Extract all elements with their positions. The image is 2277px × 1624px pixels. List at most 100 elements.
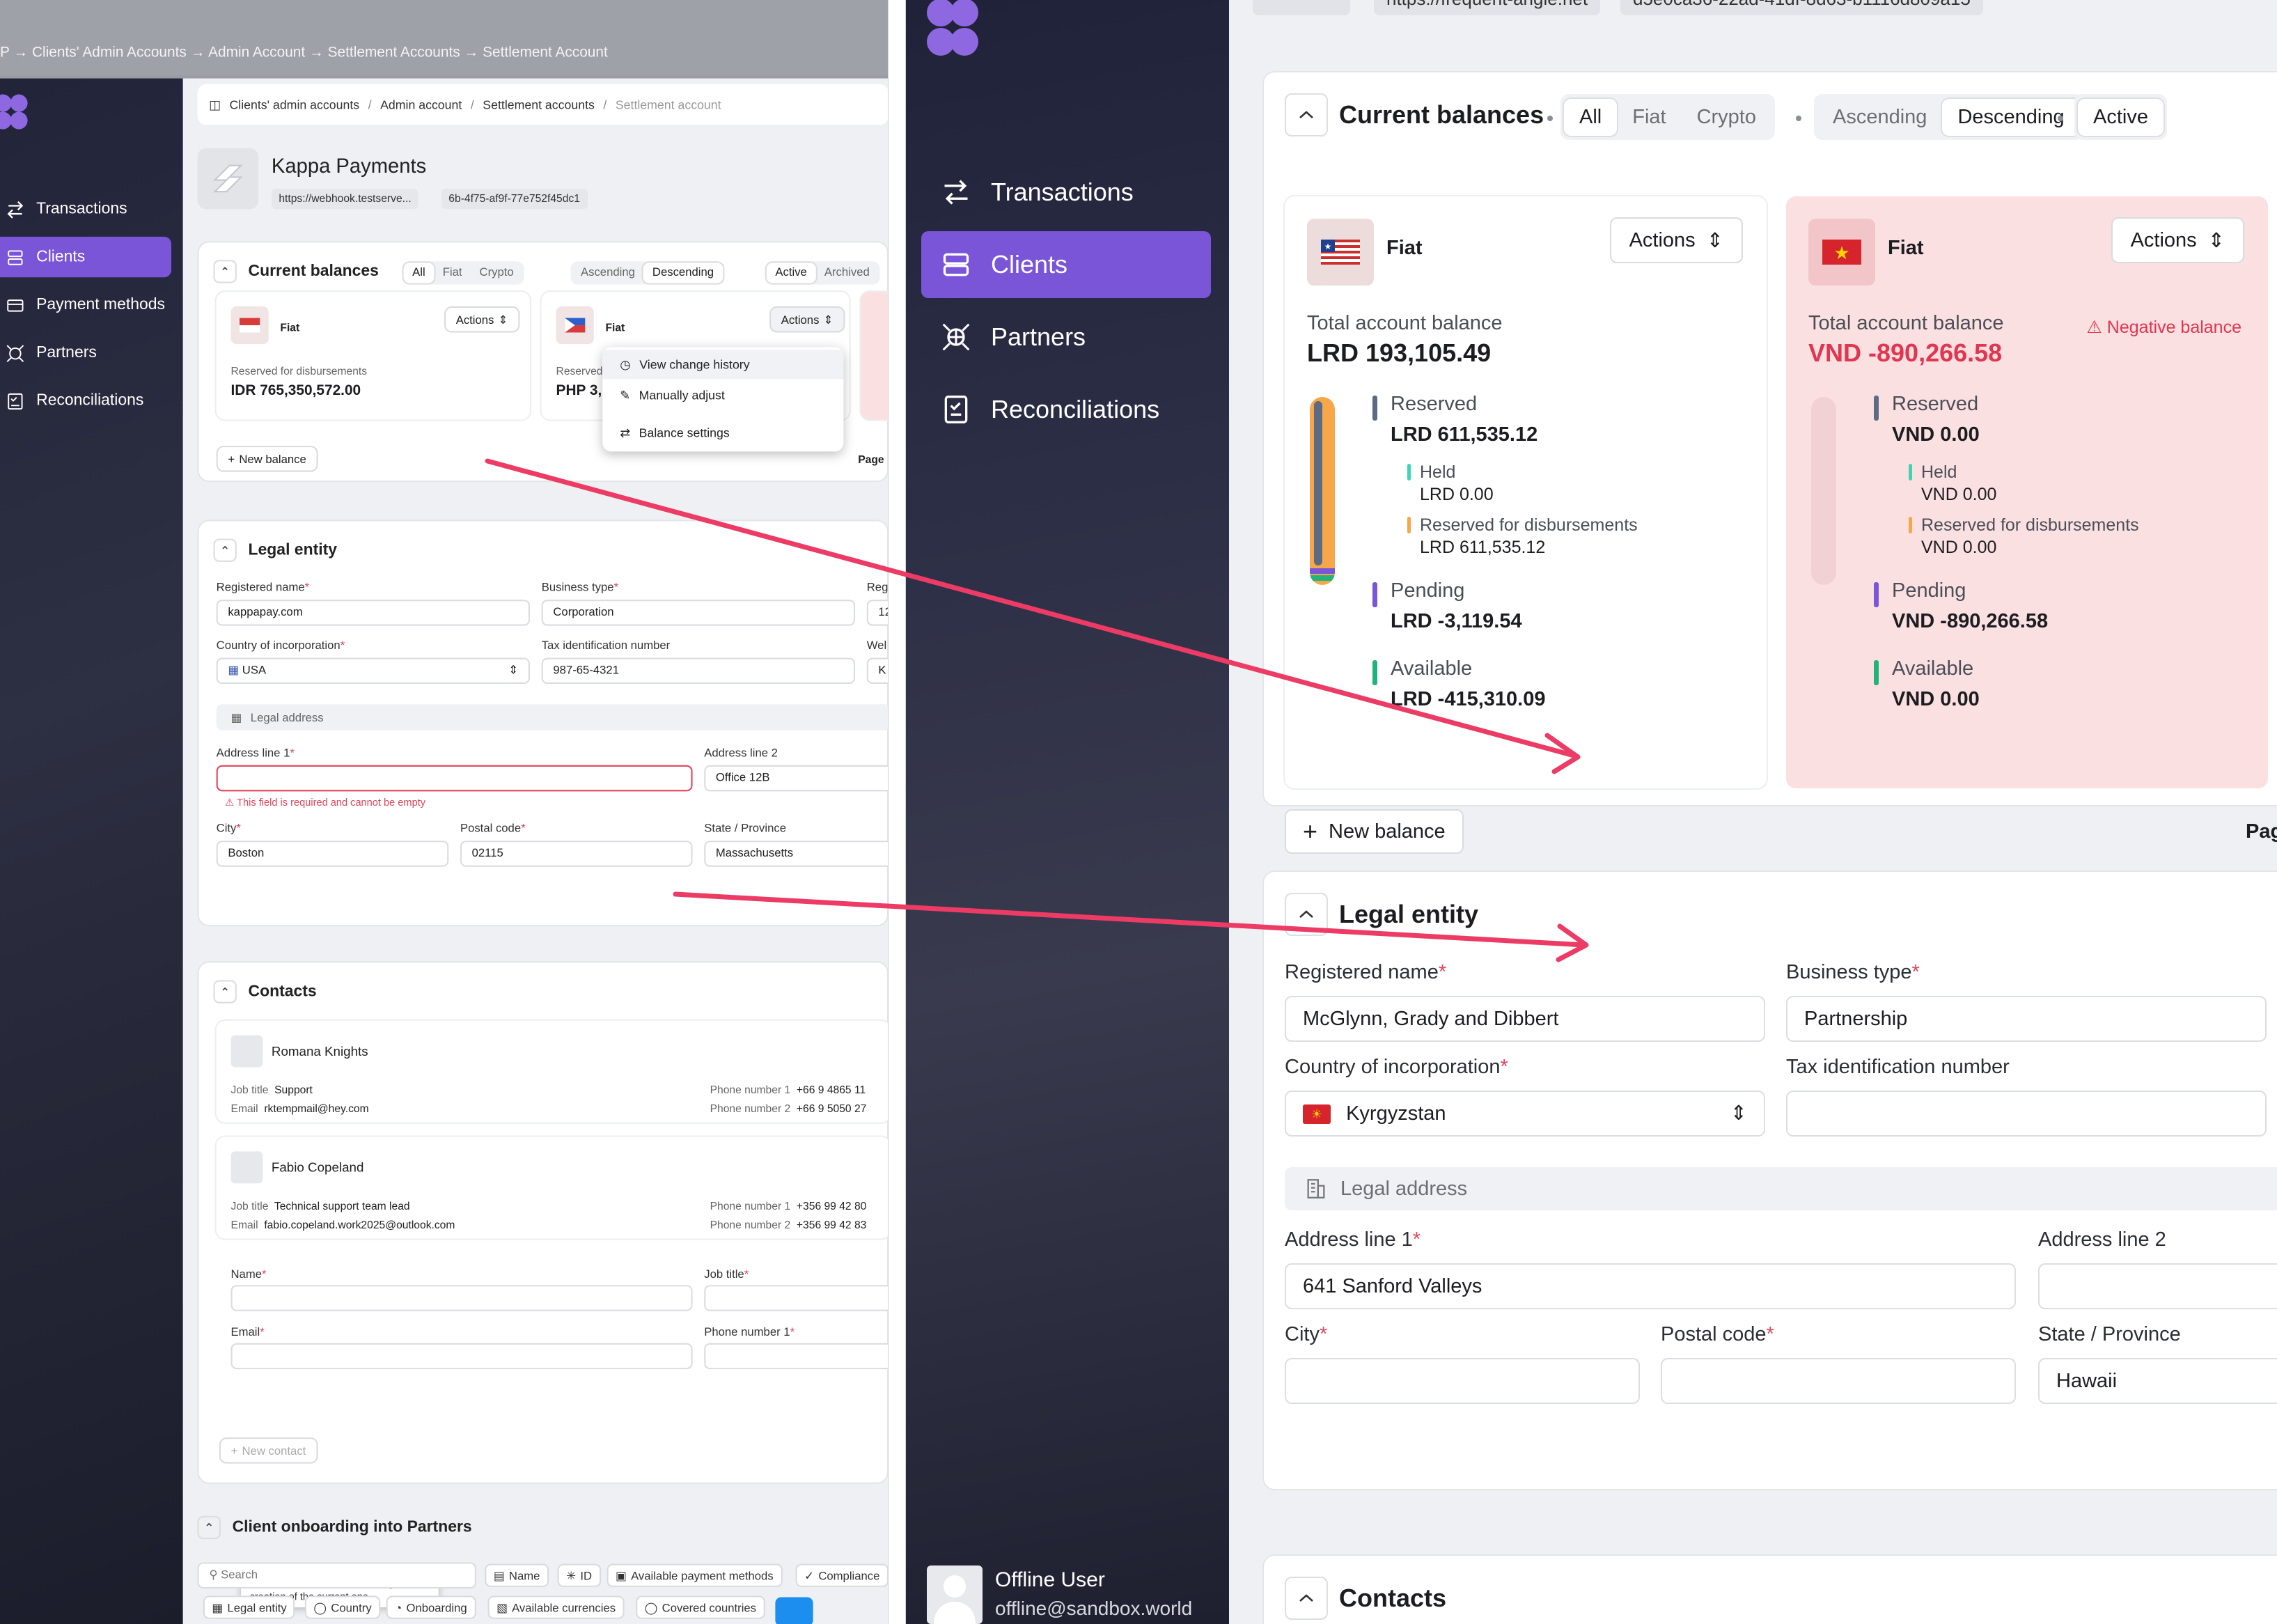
sidebar-item-partners[interactable]: Partners bbox=[921, 304, 1211, 370]
section-header: ⌃ Contacts bbox=[213, 980, 317, 1004]
new-balance-button[interactable]: + New balance bbox=[1285, 809, 1464, 854]
state-archived[interactable]: Archived bbox=[815, 263, 878, 283]
search-input[interactable]: ⚲ Search bbox=[197, 1562, 476, 1588]
chevron-up-icon[interactable]: ⌃ bbox=[197, 1515, 221, 1540]
brand-logo-icon bbox=[0, 94, 28, 130]
separator-dot bbox=[2058, 116, 2063, 121]
chevron-up-icon[interactable]: ⌃ bbox=[213, 538, 237, 562]
sidebar-item-label: Clients bbox=[991, 250, 1068, 279]
menu-item-manually-adjust[interactable]: ✎ Manually adjust bbox=[602, 380, 843, 409]
business-type-input[interactable]: Corporation bbox=[541, 600, 856, 626]
actions-button[interactable]: Actions ⇕ bbox=[2111, 217, 2244, 263]
chevron-up-icon[interactable]: ⌃ bbox=[213, 980, 237, 1004]
balance-card: Fiat Actions ⇕ Reserved for disbursements… bbox=[216, 292, 531, 420]
filter-fiat[interactable]: Fiat bbox=[434, 263, 471, 283]
chevron-up-icon[interactable]: ⌃ bbox=[213, 260, 237, 283]
filter-chip-compliance[interactable]: ✓ Compliance bbox=[795, 1563, 888, 1587]
city-input[interactable] bbox=[1285, 1358, 1640, 1404]
pointer-tool-button[interactable] bbox=[775, 1597, 813, 1624]
country-select[interactable]: ▦ USA ⇕ bbox=[216, 657, 531, 685]
sidebar-item-transactions[interactable]: Transactions bbox=[921, 159, 1211, 226]
sidebar-item-payment-methods[interactable]: Payment methods bbox=[0, 285, 171, 325]
chevron-up-icon[interactable] bbox=[1285, 893, 1328, 936]
entity-url-chip[interactable]: https://webhook.testserve... bbox=[271, 189, 419, 210]
chevron-updown-icon: ⇕ bbox=[823, 313, 834, 327]
actions-menu: ◷ View change history ✎ Manually adjust ⇄ B… bbox=[602, 347, 844, 452]
breadcrumb-item[interactable]: Admin account bbox=[380, 97, 462, 112]
phone-1: Phone number 1 +356 99 42 80 bbox=[710, 1199, 867, 1212]
chevron-up-icon[interactable] bbox=[1285, 1577, 1328, 1620]
user-profile[interactable]: Offline User offline@sandbox.world bbox=[927, 1566, 1219, 1624]
state-active[interactable]: Active bbox=[766, 263, 816, 283]
server-stack-icon bbox=[8, 249, 23, 265]
filter-all[interactable]: All bbox=[1564, 98, 1618, 136]
user-email: offline@sandbox.world bbox=[995, 1598, 1193, 1619]
entity-id-chip[interactable]: 6b-4f75-af9f-77e752f45dc1 bbox=[441, 189, 588, 210]
filter-fiat[interactable]: Fiat bbox=[1617, 99, 1681, 136]
new-contact-job-input[interactable] bbox=[704, 1285, 888, 1311]
filter-chip-legal-entity[interactable]: ▦ Legal entity bbox=[203, 1595, 296, 1619]
state-input[interactable]: Hawaii bbox=[2038, 1358, 2277, 1404]
phone-1: Phone number 1 +66 9 4865 11 bbox=[710, 1083, 866, 1097]
sort-descending[interactable]: Descending bbox=[643, 263, 723, 283]
sidebar-item-transactions[interactable]: Transactions bbox=[0, 189, 171, 229]
filter-crypto[interactable]: Crypto bbox=[1682, 99, 1771, 136]
registered-name-input[interactable]: McGlynn, Grady and Dibbert bbox=[1285, 996, 1765, 1042]
filter-chip-name[interactable]: ▤ Name bbox=[485, 1563, 549, 1587]
breadcrumb-item[interactable]: Clients' admin accounts bbox=[229, 97, 359, 112]
business-type-input[interactable]: Partnership bbox=[1786, 996, 2267, 1042]
filter-chip-id[interactable]: ✳ ID bbox=[557, 1563, 601, 1587]
new-contact-button[interactable]: + New contact bbox=[219, 1437, 318, 1464]
state-input[interactable]: Massachusetts bbox=[704, 841, 888, 867]
sidebar-item-clients[interactable]: Clients bbox=[0, 236, 172, 278]
actions-button-open[interactable]: Actions ⇕ bbox=[769, 306, 845, 333]
filter-chip-covered-countries[interactable]: ◯ Covered countries bbox=[636, 1595, 765, 1619]
postal-code-input[interactable] bbox=[1661, 1358, 2016, 1404]
postal-code-input[interactable]: 02115 bbox=[460, 841, 693, 867]
entity-id-chip[interactable]: d5e0ca36-22ad-41df-8d63-b1116d809a15 bbox=[1620, 0, 1983, 15]
tax-id-input[interactable] bbox=[1786, 1091, 2267, 1137]
new-contact-phone-input[interactable] bbox=[704, 1343, 888, 1370]
new-contact-email-input[interactable] bbox=[230, 1343, 693, 1370]
registration-input[interactable]: 12 bbox=[866, 600, 888, 626]
field-label: Business type* bbox=[1786, 961, 1920, 983]
actions-button[interactable]: Actions ⇕ bbox=[1609, 217, 1743, 263]
sidebar-item-reconciliations[interactable]: Reconciliations bbox=[0, 380, 171, 421]
new-contact-name-input[interactable] bbox=[230, 1285, 693, 1311]
website-input[interactable]: K bbox=[866, 657, 888, 685]
registered-name-input[interactable]: kappapay.com bbox=[216, 600, 531, 626]
address-line2-input[interactable] bbox=[2038, 1263, 2277, 1309]
address-line2-input[interactable]: Office 12B bbox=[704, 765, 888, 792]
filter-chip-currencies[interactable]: ▧ Available currencies bbox=[487, 1595, 625, 1619]
address-line1-input[interactable] bbox=[216, 765, 693, 792]
menu-item-balance-settings[interactable]: ⇄ Balance settings bbox=[602, 418, 843, 447]
city-input[interactable]: Boston bbox=[216, 841, 449, 867]
sort-ascending[interactable]: Ascending bbox=[572, 263, 643, 283]
actions-button[interactable]: Actions ⇕ bbox=[444, 306, 520, 333]
filter-chip-payment-methods[interactable]: ▣ Available payment methods bbox=[607, 1563, 783, 1587]
tax-id-input[interactable]: 987-65-4321 bbox=[541, 657, 856, 685]
sidebar-item-reconciliations[interactable]: Reconciliations bbox=[921, 376, 1211, 443]
filter-chip-onboarding[interactable]: ◔ Onboarding bbox=[386, 1595, 476, 1619]
field-label: Country of incorporation* bbox=[1285, 1056, 1508, 1078]
filter-all[interactable]: All bbox=[403, 263, 435, 283]
balance-card-negative: ★ Fiat Actions ⇕ Total account balance VN… bbox=[1786, 196, 2268, 788]
progress-icon: ◔ bbox=[395, 1600, 402, 1614]
sidebar-toggle-icon[interactable]: ◫ bbox=[209, 97, 221, 113]
entity-url-chip[interactable]: https://frequent-angle.net bbox=[1374, 0, 1601, 15]
sidebar-item-clients[interactable]: Clients bbox=[921, 231, 1211, 298]
country-select[interactable]: ☀ Kyrgyzstan ⇕ bbox=[1285, 1091, 1765, 1137]
new-balance-button[interactable]: + New balance bbox=[216, 446, 318, 472]
address-line1-input[interactable]: 641 Sanford Valleys bbox=[1285, 1263, 2016, 1309]
chevron-up-icon[interactable] bbox=[1285, 93, 1328, 136]
breadcrumb-item[interactable]: Settlement accounts bbox=[483, 97, 595, 112]
sort-ascending[interactable]: Ascending bbox=[1817, 99, 1942, 136]
state-active[interactable]: Active bbox=[2078, 98, 2163, 136]
field-label: Tax identification number bbox=[541, 639, 671, 653]
filter-crypto[interactable]: Crypto bbox=[471, 263, 522, 283]
sidebar-item-partners[interactable]: Partners bbox=[0, 332, 171, 373]
sliders-icon: ⇄ bbox=[620, 424, 631, 439]
filter-chip-country[interactable]: ◯ Country bbox=[304, 1595, 381, 1619]
flag-philippines-icon bbox=[556, 306, 594, 345]
menu-item-view-change-history[interactable]: ◷ View change history bbox=[602, 350, 844, 380]
